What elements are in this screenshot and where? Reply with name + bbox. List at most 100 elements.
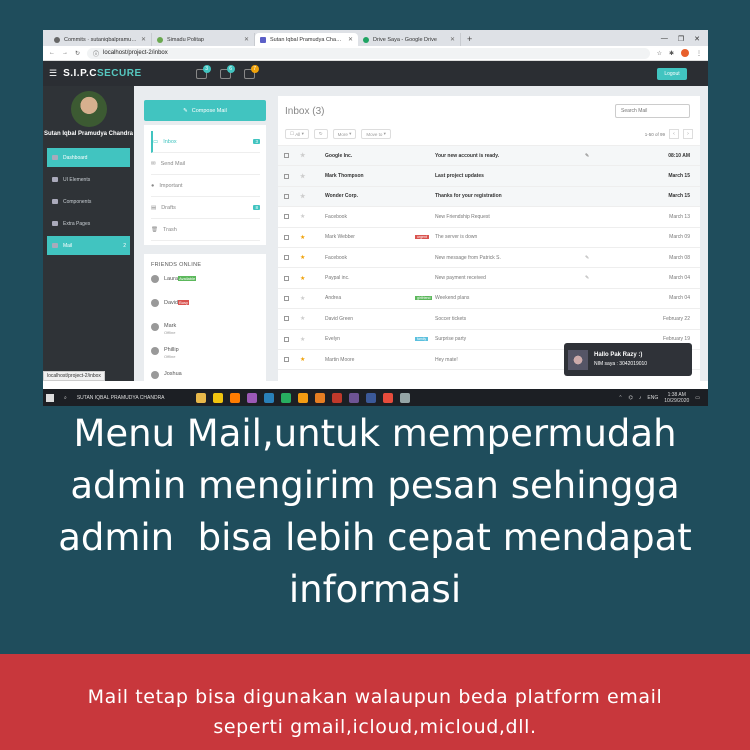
message-checkbox[interactable] <box>284 193 289 199</box>
message-row[interactable]: ★ Google Inc. Your new account is ready. ✎ 0… <box>278 146 700 167</box>
sidebar-item-dashboard[interactable]: Dashboard <box>47 148 130 167</box>
taskbar-app-icon[interactable] <box>348 392 359 403</box>
url-field[interactable]: ⓘ localhost/project-2/inbox <box>87 47 650 59</box>
folder-send-mail[interactable]: ✉ Send Mail <box>151 153 260 175</box>
browser-tab[interactable]: Drive Saya - Google Drive ✕ <box>358 33 461 46</box>
hamburger-icon[interactable]: ☰ <box>49 68 57 79</box>
taskbar-app-icon[interactable] <box>212 392 223 403</box>
taskbar-app-icon[interactable] <box>297 392 308 403</box>
message-row[interactable]: ★ Paypal inc. New payment received ✎ March 0… <box>278 268 700 289</box>
back-icon[interactable]: ← <box>49 50 55 56</box>
logout-button[interactable]: Logout <box>657 68 687 80</box>
star-icon[interactable]: ★ <box>300 336 308 343</box>
close-icon[interactable]: ✕ <box>244 36 249 43</box>
language-indicator[interactable]: ENG <box>647 395 658 401</box>
sidebar-item-extra-pages[interactable]: Extra Pages <box>47 214 130 233</box>
new-tab-button[interactable]: + <box>461 34 478 46</box>
folder-inbox[interactable]: ▭ Inbox 3 <box>151 131 260 153</box>
message-checkbox[interactable] <box>284 255 289 261</box>
network-icon[interactable]: ⌬ <box>629 395 633 401</box>
folder-drafts[interactable]: ▤ Drafts 8 <box>151 197 260 219</box>
friend-item[interactable]: Mark Offline <box>151 323 259 347</box>
compose-mail-button[interactable]: ✎ Compose Mail <box>144 100 266 121</box>
message-row[interactable]: ★ Facebook New message from Patrick S. ✎ Mar… <box>278 248 700 269</box>
star-icon[interactable]: ★ <box>300 152 308 159</box>
reload-icon[interactable]: ↻ <box>75 50 80 57</box>
windows-start-icon[interactable] <box>46 393 54 402</box>
message-checkbox[interactable] <box>284 234 289 240</box>
message-row[interactable]: ★ Mark Webber urgent The server is down Marc… <box>278 228 700 248</box>
star-icon[interactable]: ★ <box>300 356 308 363</box>
more-dropdown[interactable]: More ▾ <box>332 129 357 139</box>
message-checkbox[interactable] <box>284 316 289 322</box>
browser-tab-active[interactable]: Sutan Iqbal Pramudya Chandra | ...✕ <box>255 33 358 46</box>
taskbar-app-icon[interactable] <box>331 392 342 403</box>
star-icon[interactable]: ★ <box>300 213 308 220</box>
message-row[interactable]: ★ Mark Thompson Last project updates March … <box>278 166 700 187</box>
message-row[interactable]: ★ Wonder Corp. Thanks for your registratio… <box>278 186 700 208</box>
friend-item[interactable]: LauraAvailable <box>151 275 259 299</box>
volume-icon[interactable]: ♪ <box>639 395 642 401</box>
select-all-dropdown[interactable]: ☐ All ▾ <box>285 129 309 139</box>
clock[interactable]: 1:38 AM 10/29/2020 <box>664 392 689 404</box>
message-checkbox[interactable] <box>284 336 289 342</box>
profile-avatar[interactable] <box>681 49 689 57</box>
forward-icon[interactable]: → <box>62 50 68 56</box>
close-icon[interactable]: ✕ <box>450 36 455 43</box>
close-icon[interactable]: ✕ <box>141 36 146 43</box>
search-mail-input[interactable] <box>615 104 690 118</box>
maximize-icon[interactable]: ❐ <box>678 35 684 43</box>
tray-chevron-icon[interactable]: ⌃ <box>618 395 622 401</box>
friend-item[interactable]: DavidBusy <box>151 299 259 323</box>
sidebar-item-components[interactable]: Components <box>47 192 130 211</box>
taskbar-app-icon[interactable] <box>365 392 376 403</box>
star-icon[interactable]: ★ <box>300 295 308 302</box>
notification-toast[interactable]: Hallo Pak Razy :) NIM saya : 3042019010 <box>564 343 692 376</box>
taskbar-app-icon[interactable] <box>314 392 325 403</box>
search-icon[interactable]: ⌕ <box>64 395 67 401</box>
browser-tab[interactable]: Simadu Politap ✕ <box>152 33 255 46</box>
taskbar-app-icon[interactable] <box>263 392 274 403</box>
sidebar-item-ui-elements[interactable]: UI Elements <box>47 170 130 189</box>
star-icon[interactable]: ★ <box>300 173 308 180</box>
message-row[interactable]: ★ Facebook New Friendship Request March 13 <box>278 207 700 228</box>
message-row[interactable]: ★ Andrea girlfriend Weekend plans March 04 <box>278 289 700 310</box>
star-icon[interactable]: ★ <box>300 315 308 322</box>
prev-page-button[interactable]: ‹ <box>669 129 679 139</box>
taskbar-pinned-title[interactable]: SUTAN IQBAL PRAMUDYA CHANDRA <box>77 395 182 401</box>
browser-menu-icon[interactable]: ⋮ <box>696 50 702 57</box>
browser-tab[interactable]: Commits · sutaniqbalpramudya... ✕ <box>49 33 152 46</box>
message-checkbox[interactable] <box>284 214 289 220</box>
message-checkbox[interactable] <box>284 357 289 363</box>
message-checkbox[interactable] <box>284 153 289 159</box>
move-to-dropdown[interactable]: Move to ▾ <box>361 129 391 139</box>
extensions-icon[interactable]: ✱ <box>669 50 674 57</box>
taskbar-app-icon[interactable] <box>229 392 240 403</box>
action-center-icon[interactable]: ▭ <box>695 395 700 401</box>
brand-logo[interactable]: S.I.P.CSECURE <box>63 68 142 79</box>
folder-trash[interactable]: 🗑 Trash <box>151 219 260 241</box>
star-icon[interactable]: ★ <box>300 275 308 282</box>
star-icon[interactable]: ★ <box>300 234 308 241</box>
star-icon[interactable]: ★ <box>300 193 308 200</box>
star-icon[interactable]: ★ <box>300 254 308 261</box>
refresh-button[interactable]: ↻ <box>313 129 328 139</box>
taskbar-app-icon[interactable] <box>280 392 291 403</box>
taskbar-app-icon[interactable] <box>399 392 410 403</box>
bookmark-star-icon[interactable]: ☆ <box>657 50 662 57</box>
close-window-icon[interactable]: ✕ <box>694 35 700 43</box>
taskbar-app-icon[interactable] <box>382 392 393 403</box>
friend-item[interactable]: Phillip Offline <box>151 347 259 371</box>
message-row[interactable]: ★ David Green Soccer tickets February 22 <box>278 309 700 330</box>
message-checkbox[interactable] <box>284 295 289 301</box>
taskbar-app-icon[interactable] <box>246 392 257 403</box>
mail-icon[interactable]: 6 <box>219 64 235 79</box>
minimize-icon[interactable]: — <box>661 35 668 43</box>
close-icon[interactable]: ✕ <box>348 36 353 43</box>
message-checkbox[interactable] <box>284 173 289 179</box>
avatar[interactable] <box>70 91 107 127</box>
next-page-button[interactable]: › <box>683 129 693 139</box>
bell-icon[interactable]: 7 <box>243 64 259 79</box>
sidebar-item-mail[interactable]: Mail 2 <box>47 236 130 255</box>
tasks-icon[interactable]: 3 <box>195 64 211 79</box>
